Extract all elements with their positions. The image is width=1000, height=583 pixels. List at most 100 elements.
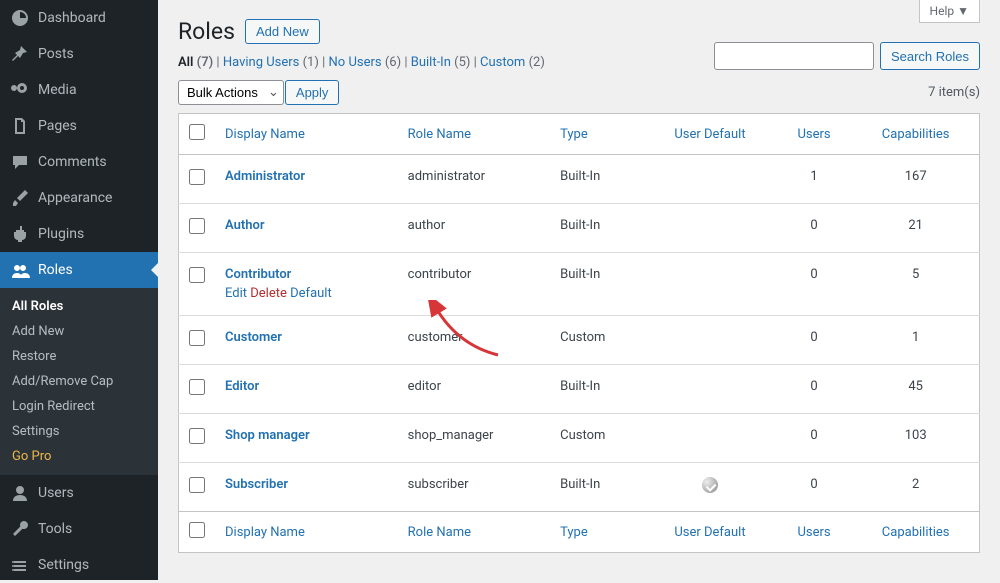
- page-title: Roles: [178, 18, 235, 45]
- table-row: AdministratoradministratorBuilt-In1167: [179, 155, 980, 204]
- menu-label: Pages: [38, 118, 77, 134]
- role-link[interactable]: Subscriber: [225, 477, 288, 492]
- role-link[interactable]: Customer: [225, 330, 282, 345]
- wrench-icon: [10, 519, 30, 539]
- brush-icon: [10, 188, 30, 208]
- delete-link[interactable]: Delete: [250, 286, 287, 301]
- media-icon: [10, 80, 30, 100]
- submenu-add-new[interactable]: Add New: [0, 319, 158, 344]
- menu-media[interactable]: Media: [0, 72, 158, 108]
- users-cell: 0: [776, 316, 853, 365]
- col-role-name[interactable]: Role Name: [398, 114, 550, 155]
- menu-appearance[interactable]: Appearance: [0, 180, 158, 216]
- submenu-settings[interactable]: Settings: [0, 419, 158, 444]
- menu-label: Comments: [38, 154, 107, 170]
- help-tab[interactable]: Help ▼: [919, 0, 980, 23]
- search-button[interactable]: Search Roles: [880, 42, 980, 70]
- bulk-actions-select[interactable]: Bulk Actions: [178, 80, 284, 105]
- row-checkbox[interactable]: [189, 428, 205, 444]
- menu-pages[interactable]: Pages: [0, 108, 158, 144]
- filter-link[interactable]: Custom (2): [480, 55, 545, 70]
- user-default-cell: [644, 155, 776, 204]
- col-type[interactable]: Type: [550, 512, 644, 553]
- submenu-add-remove-cap[interactable]: Add/Remove Cap: [0, 369, 158, 394]
- role-name-cell: contributor: [398, 253, 550, 316]
- role-link[interactable]: Editor: [225, 379, 259, 394]
- search-input[interactable]: [714, 42, 874, 70]
- submenu-all-roles[interactable]: All Roles: [0, 294, 158, 319]
- menu-plugins[interactable]: Plugins: [0, 216, 158, 252]
- chevron-down-icon: ▼: [957, 4, 969, 18]
- row-checkbox[interactable]: [189, 267, 205, 283]
- user-default-cell: [644, 414, 776, 463]
- role-link[interactable]: Author: [225, 218, 265, 233]
- pin-icon: [10, 44, 30, 64]
- apply-button[interactable]: Apply: [285, 80, 340, 105]
- role-link[interactable]: Shop manager: [225, 428, 310, 443]
- menu-tools[interactable]: Tools: [0, 511, 158, 547]
- row-checkbox[interactable]: [189, 477, 205, 493]
- user-default-cell: [644, 204, 776, 253]
- edit-link[interactable]: Edit: [225, 286, 247, 301]
- menu-users[interactable]: Users: [0, 475, 158, 511]
- col-users[interactable]: Users: [776, 512, 853, 553]
- type-cell: Built-In: [550, 253, 644, 316]
- submenu-login-redirect[interactable]: Login Redirect: [0, 394, 158, 419]
- menu-label: Plugins: [38, 226, 84, 242]
- col-capabilities[interactable]: Capabilities: [852, 512, 979, 553]
- role-link[interactable]: Contributor: [225, 267, 291, 282]
- menu-roles[interactable]: Roles: [0, 252, 158, 288]
- users-cell: 1: [776, 155, 853, 204]
- role-name-cell: administrator: [398, 155, 550, 204]
- filter-link[interactable]: No Users (6): [329, 55, 402, 70]
- row-checkbox[interactable]: [189, 218, 205, 234]
- col-role-name[interactable]: Role Name: [398, 512, 550, 553]
- menu-posts[interactable]: Posts: [0, 36, 158, 72]
- col-capabilities[interactable]: Capabilities: [852, 114, 979, 155]
- table-row: Shop managershop_managerCustom0103: [179, 414, 980, 463]
- col-users[interactable]: Users: [776, 114, 853, 155]
- user-icon: [10, 483, 30, 503]
- select-all-checkbox[interactable]: [189, 522, 205, 538]
- default-link[interactable]: Default: [290, 286, 332, 301]
- filter-link[interactable]: All (7): [178, 55, 213, 70]
- capabilities-cell: 1: [852, 316, 979, 365]
- dashboard-icon: [10, 8, 30, 28]
- filter-link[interactable]: Having Users (1): [223, 55, 319, 70]
- col-type[interactable]: Type: [550, 114, 644, 155]
- type-cell: Built-In: [550, 204, 644, 253]
- row-checkbox[interactable]: [189, 169, 205, 185]
- plug-icon: [10, 224, 30, 244]
- role-link[interactable]: Administrator: [225, 169, 305, 184]
- select-all-checkbox[interactable]: [189, 124, 205, 140]
- submenu-go-pro[interactable]: Go Pro: [0, 444, 158, 469]
- role-name-cell: shop_manager: [398, 414, 550, 463]
- menu-dashboard[interactable]: Dashboard: [0, 0, 158, 36]
- menu-label: Roles: [38, 262, 73, 278]
- table-row: SubscribersubscriberBuilt-In02: [179, 463, 980, 512]
- row-checkbox[interactable]: [189, 330, 205, 346]
- filter-link[interactable]: Built-In (5): [411, 55, 471, 70]
- add-new-button[interactable]: Add New: [245, 19, 320, 44]
- comment-icon: [10, 152, 30, 172]
- capabilities-cell: 2: [852, 463, 979, 512]
- col-user-default[interactable]: User Default: [644, 114, 776, 155]
- col-display-name[interactable]: Display Name: [215, 114, 398, 155]
- menu-label: Settings: [38, 557, 89, 573]
- row-actions: Edit Delete Default: [225, 286, 388, 301]
- menu-label: Posts: [38, 46, 74, 62]
- role-name-cell: subscriber: [398, 463, 550, 512]
- page-icon: [10, 116, 30, 136]
- submenu-restore[interactable]: Restore: [0, 344, 158, 369]
- menu-comments[interactable]: Comments: [0, 144, 158, 180]
- col-display-name[interactable]: Display Name: [215, 512, 398, 553]
- filter-count: (5): [454, 55, 470, 70]
- main-content: Help ▼ Roles Add New Search Roles All (7…: [158, 0, 1000, 580]
- menu-label: Appearance: [38, 190, 112, 206]
- user-default-cell: [644, 253, 776, 316]
- row-checkbox[interactable]: [189, 379, 205, 395]
- capabilities-cell: 103: [852, 414, 979, 463]
- menu-settings[interactable]: Settings: [0, 547, 158, 583]
- type-cell: Built-In: [550, 365, 644, 414]
- col-user-default[interactable]: User Default: [644, 512, 776, 553]
